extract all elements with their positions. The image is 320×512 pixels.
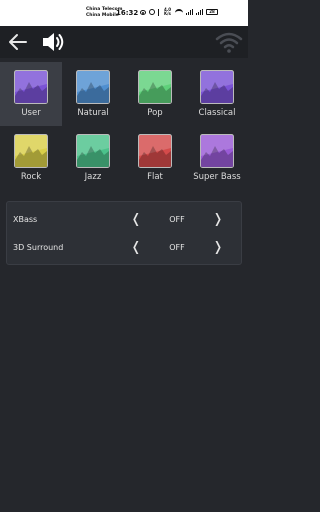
status-time: 16:32: [116, 9, 139, 17]
surround-prev-button[interactable]: ❬: [126, 238, 146, 258]
speaker-icon: [40, 29, 66, 55]
surround-next-button[interactable]: ❭: [208, 238, 228, 258]
status-bar: China Telecom China Mobile 16:32 4.0 K/s…: [0, 0, 248, 26]
surround-value: OFF: [169, 243, 185, 252]
preset-natural[interactable]: Natural: [62, 62, 124, 126]
setting-label: XBass: [13, 215, 38, 224]
signal-icon: [186, 9, 193, 15]
wifi-icon: [215, 32, 243, 53]
toolbar: [0, 26, 248, 58]
status-icons: 4.0 K/s 28: [140, 8, 218, 16]
preset-label: User: [21, 108, 41, 118]
preset-flat[interactable]: Flat: [124, 126, 186, 190]
preset-user[interactable]: User: [0, 62, 62, 126]
preset-pop[interactable]: Pop: [124, 62, 186, 126]
signal-icon-2: [196, 9, 203, 15]
setting-label: 3D Surround: [13, 243, 64, 252]
xbass-value: OFF: [169, 215, 185, 224]
wifi-button[interactable]: [214, 30, 244, 54]
preset-label: Natural: [77, 108, 109, 118]
preset-label: Pop: [147, 108, 163, 118]
preset-label: Jazz: [84, 172, 102, 182]
setting-row-3d-surround: 3D Surround ❬ OFF ❭: [7, 235, 243, 261]
equalizer-preset-icon: [138, 70, 172, 104]
settings-panel: XBass ❬ OFF ❭ 3D Surround ❬ OFF ❭: [6, 201, 242, 265]
equalizer-preset-icon: [76, 134, 110, 168]
arrow-left-icon: [9, 34, 27, 50]
equalizer-preset-icon: [14, 70, 48, 104]
preset-label: Rock: [20, 172, 42, 182]
alarm-icon: [149, 9, 155, 15]
setting-row-xbass: XBass ❬ OFF ❭: [7, 207, 243, 233]
equalizer-preset-icon: [14, 134, 48, 168]
equalizer-preset-icon: [200, 134, 234, 168]
preset-super-bass[interactable]: Super Bass: [186, 126, 248, 190]
preset-label: Super Bass: [193, 172, 241, 182]
preset-rock[interactable]: Rock: [0, 126, 62, 190]
xbass-next-button[interactable]: ❭: [208, 210, 228, 230]
bluetooth-icon: [158, 8, 161, 16]
preset-label: Classical: [198, 108, 236, 118]
network-speed: 4.0 K/s: [164, 7, 172, 16]
wifi-status-icon: [175, 9, 183, 15]
equalizer-preset-icon: [76, 70, 110, 104]
preset-jazz[interactable]: Jazz: [62, 126, 124, 190]
preset-label: Flat: [147, 172, 163, 182]
equalizer-preset-icon: [200, 70, 234, 104]
battery-icon: 28: [206, 9, 218, 15]
equalizer-preset-icon: [138, 134, 172, 168]
preset-classical[interactable]: Classical: [186, 62, 248, 126]
back-button[interactable]: [6, 30, 30, 54]
xbass-prev-button[interactable]: ❬: [126, 210, 146, 230]
eye-icon: [140, 9, 146, 15]
